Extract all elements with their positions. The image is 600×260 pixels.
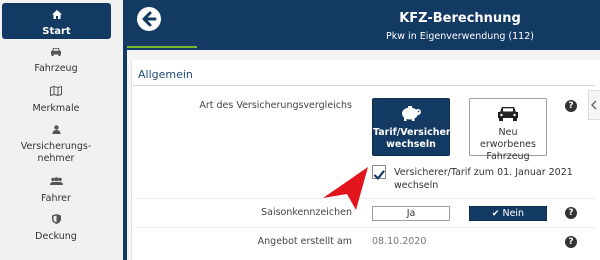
check-icon <box>373 170 385 180</box>
help-icon[interactable]: ? <box>565 207 577 219</box>
sidebar-item-label: Merkmale <box>32 103 80 114</box>
page-subtitle: Pkw in Eigenverwendung (112) <box>386 31 534 42</box>
shield-icon <box>0 214 112 228</box>
help-icon[interactable]: ? <box>565 100 577 112</box>
nein-label: Nein <box>502 208 525 219</box>
sidebar-more-icon <box>51 252 61 258</box>
map-icon <box>0 85 112 100</box>
help-icon[interactable]: ? <box>565 236 577 248</box>
sidebar-item-merkmale[interactable]: Merkmale <box>0 85 112 115</box>
checkbox-label: Versicherer/Tarif zum 01. Januar 2021 we… <box>394 167 573 191</box>
sidebar-item-versicherungsnehmer[interactable]: Versicherungs-nehmer <box>0 125 112 165</box>
card-tarif-wechseln[interactable]: Tarif/Versicherer wechseln <box>372 98 462 156</box>
sidebar-item-fahrzeug[interactable]: Fahrzeug <box>0 47 112 75</box>
sidebar-item-label: Deckung <box>35 231 77 242</box>
angebot-date: 08.10.2020 <box>372 236 427 247</box>
vergleich-label: Art des Versicherungsvergleichs <box>199 100 352 111</box>
chevron-left-icon <box>591 100 597 110</box>
annotation-arrow-icon <box>323 167 368 210</box>
piggy-bank-icon <box>373 105 449 125</box>
row-divider <box>133 227 595 228</box>
back-button[interactable] <box>137 7 161 31</box>
card-other-label: Neu erworbenes Fahrzeug <box>480 127 536 162</box>
angebot-label: Angebot erstellt am <box>257 236 352 247</box>
wechsel-checkbox[interactable] <box>372 165 386 180</box>
users-icon <box>0 177 112 190</box>
card-neu-erworbenes-fahrzeug[interactable]: Neu erworbenes Fahrzeug <box>469 98 547 162</box>
sidebar-item-label: Start <box>42 26 71 37</box>
saison-ja-button[interactable]: Ja <box>372 206 450 221</box>
page-title: KFZ-Berechnung <box>399 11 521 26</box>
sidebar-item-label: Fahrer <box>41 193 71 204</box>
car-icon <box>0 47 112 60</box>
saison-nein-button[interactable]: ✔ Nein <box>469 206 547 221</box>
section-title: Allgemein <box>138 68 193 81</box>
arrow-left-icon <box>142 11 157 27</box>
section-divider <box>133 85 595 86</box>
sidebar-item-fahrer[interactable]: Fahrer <box>0 177 112 205</box>
sidebar-item-deckung[interactable]: Deckung <box>0 214 112 243</box>
side-panel-toggle[interactable] <box>588 90 600 120</box>
sidebar-item-label: Versicherungs-nehmer <box>20 141 92 164</box>
sidebar-item-start[interactable]: Start <box>2 3 111 39</box>
check-icon: ✔ <box>491 209 500 219</box>
home-icon <box>2 10 111 23</box>
card-selected-label: Tarif/Versicherer wechseln <box>373 127 462 150</box>
user-icon <box>0 125 112 138</box>
car-icon <box>470 105 546 125</box>
sidebar-item-label: Fahrzeug <box>34 63 78 74</box>
header-progress-accent <box>127 46 197 48</box>
